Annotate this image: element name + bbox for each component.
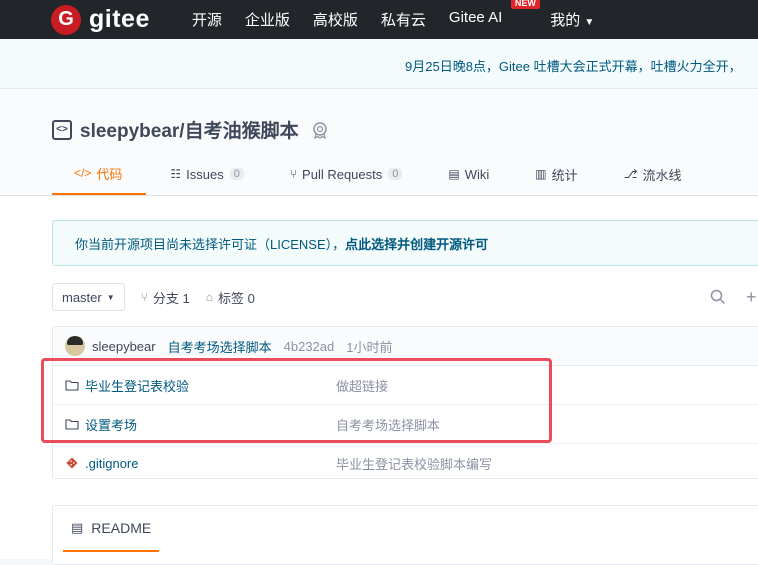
branch-select[interactable]: master ▼ — [52, 283, 125, 311]
pull-request-icon: ⑂ — [289, 167, 298, 181]
bar-chart-icon: ▥ — [535, 167, 547, 181]
tab-issues[interactable]: ☷ Issues 0 — [146, 153, 265, 195]
award-icon[interactable] — [311, 121, 329, 139]
git-file-icon — [66, 457, 78, 469]
commit-author[interactable]: sleepybear — [92, 339, 156, 354]
file-commit-message[interactable]: 毕业生登记表校验脚本编写 — [336, 454, 492, 473]
tab-pull-requests[interactable]: ⑂ Pull Requests 0 — [266, 153, 425, 195]
issues-count: 0 — [229, 168, 244, 180]
tab-stats-label: 统计 — [551, 167, 578, 183]
add-icon[interactable]: + — [746, 288, 757, 306]
nav-item-enterprise[interactable]: 企业版 — [245, 9, 290, 30]
toolbar-actions: + — [710, 288, 757, 306]
tags-label: 标签 0 — [217, 290, 255, 306]
folder-icon — [65, 419, 79, 430]
license-text: 你当前开源项目尚未选择许可证（LICENSE）， — [75, 236, 346, 252]
file-commit-message[interactable]: 做超链接 — [336, 376, 388, 395]
pull-requests-count: 0 — [388, 168, 403, 180]
readme-tab-label: README — [91, 520, 152, 536]
file-row[interactable]: .gitignore 毕业生登记表校验脚本编写 — [53, 444, 758, 482]
latest-commit: sleepybear 自考考场选择脚本 4b232ad 1小时前 — [53, 327, 758, 366]
gitee-logo-text: gitee — [89, 5, 150, 33]
repo-name[interactable]: sleepybear/自考油猴脚本 — [80, 116, 299, 143]
nav-item-gitee-ai[interactable]: Gitee AI NEW — [448, 0, 540, 30]
tags-link[interactable]: ⌂ 标签 0 — [206, 288, 255, 307]
file-name-label: 毕业生登记表校验 — [85, 378, 190, 394]
tab-code[interactable]: </> 代码 — [52, 153, 147, 195]
nav-item-gitee-ai-label: Gitee AI — [448, 9, 503, 26]
tab-pull-requests-label: Pull Requests — [302, 166, 383, 182]
license-notice: 你当前开源项目尚未选择许可证（LICENSE）， 点此选择并创建开源许可 — [52, 220, 758, 266]
file-list: sleepybear 自考考场选择脚本 4b232ad 1小时前 毕业生登记表校… — [52, 326, 758, 479]
branch-select-value: master — [62, 289, 102, 305]
nav-menu: 开源 企业版 高校版 私有云 Gitee AI NEW 我的 ▼ — [192, 0, 617, 30]
main-content: 你当前开源项目尚未选择许可证（LICENSE）， 点此选择并创建开源许可 mas… — [0, 196, 758, 565]
file-commit-message[interactable]: 自考考场选择脚本 — [336, 415, 440, 434]
file-row[interactable]: 毕业生登记表校验 做超链接 — [53, 366, 758, 405]
announcement-text[interactable]: 9月25日晚8点，Gitee 吐槽大会正式开幕，吐槽火力全开， — [405, 56, 742, 75]
book-icon: ▤ — [448, 167, 460, 181]
repo-header: <> sleepybear/自考油猴脚本 </> 代码 ☷ Issues 0 ⑂… — [0, 89, 758, 196]
tab-pipeline-label: 流水线 — [642, 167, 682, 183]
readme-tab[interactable]: ▤ README — [63, 506, 160, 552]
search-icon[interactable] — [710, 289, 726, 305]
nav-item-education[interactable]: 高校版 — [313, 9, 358, 30]
tab-issues-label: Issues — [186, 166, 224, 182]
file-row[interactable]: 设置考场 自考考场选择脚本 — [53, 405, 758, 444]
commit-message[interactable]: 自考考场选择脚本 — [168, 337, 272, 356]
nav-item-private-cloud[interactable]: 私有云 — [381, 9, 426, 30]
document-icon: ▤ — [71, 520, 84, 535]
pipeline-icon: ⎇ — [623, 167, 638, 181]
tab-wiki-label: Wiki — [464, 166, 490, 182]
avatar[interactable] — [65, 336, 85, 356]
file-name[interactable]: 毕业生登记表校验 — [65, 376, 189, 395]
branches-link[interactable]: ⑂ 分支 1 — [141, 288, 190, 307]
commit-time: 1小时前 — [346, 339, 393, 355]
repo-title: <> sleepybear/自考油猴脚本 — [52, 116, 329, 143]
create-license-link[interactable]: 点此选择并创建开源许可 — [345, 234, 488, 253]
top-navbar: G gitee 开源 企业版 高校版 私有云 Gitee AI NEW 我的 ▼ — [0, 0, 758, 39]
tab-wiki[interactable]: ▤ Wiki — [424, 153, 511, 195]
chevron-down-icon: ▼ — [584, 17, 595, 28]
repo-toolbar: master ▼ ⑂ 分支 1 ⌂ 标签 0 — [52, 283, 255, 311]
repo-tabs: </> 代码 ☷ Issues 0 ⑂ Pull Requests 0 ▤ Wi… — [52, 153, 703, 195]
announcement-bar: 9月25日晚8点，Gitee 吐槽大会正式开幕，吐槽火力全开， — [0, 39, 758, 89]
branches-label: 分支 1 — [152, 290, 190, 306]
branch-icon: ⑂ — [140, 290, 148, 304]
gitee-logo[interactable]: G gitee — [51, 4, 150, 35]
tab-pipeline[interactable]: ⎇ 流水线 — [600, 153, 704, 195]
nav-item-mine[interactable]: 我的 ▼ — [550, 9, 594, 30]
tab-stats[interactable]: ▥ 统计 — [511, 153, 599, 195]
file-name[interactable]: 设置考场 — [65, 415, 137, 434]
commit-sha[interactable]: 4b232ad — [284, 339, 335, 354]
nav-item-open-source[interactable]: 开源 — [192, 9, 222, 30]
issues-icon: ☷ — [170, 167, 182, 181]
readme-panel: ▤ README — [52, 505, 758, 565]
folder-icon — [65, 380, 79, 391]
file-name-label: 设置考场 — [85, 417, 138, 433]
chevron-down-icon: ▼ — [106, 292, 115, 302]
tag-icon: ⌂ — [205, 290, 213, 304]
tab-code-label: 代码 — [96, 166, 123, 182]
nav-item-mine-label: 我的 — [550, 12, 581, 29]
code-repo-icon: <> — [52, 119, 72, 140]
file-name-label: .gitignore — [85, 455, 139, 471]
code-icon: </> — [74, 166, 92, 180]
file-name[interactable]: .gitignore — [65, 456, 138, 471]
new-badge: NEW — [510, 0, 540, 9]
gitee-logo-icon: G — [51, 4, 81, 35]
